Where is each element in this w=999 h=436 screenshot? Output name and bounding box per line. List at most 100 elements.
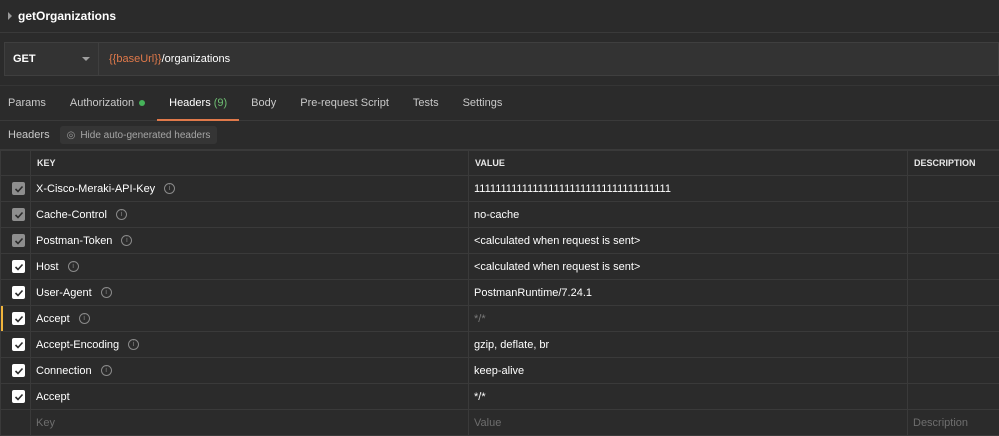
auth-status-dot-icon <box>139 100 146 106</box>
value-cell[interactable]: keep-alive <box>468 357 908 384</box>
key-column-label: KEY <box>37 158 56 168</box>
key-cell[interactable]: User-Agent i <box>30 279 469 306</box>
tab-settings-label: Settings <box>462 97 503 109</box>
header-value: keep-alive <box>474 364 525 377</box>
key-cell[interactable]: Accept i <box>30 305 469 332</box>
row-checkbox-cell <box>0 409 31 436</box>
new-description-cell[interactable]: Description <box>907 409 999 436</box>
value-cell[interactable]: <calculated when request is sent> <box>468 253 908 280</box>
method-label: GET <box>13 53 36 65</box>
key-cell[interactable]: Postman-Token i <box>30 227 469 254</box>
tab-authorization[interactable]: Authorization <box>58 86 157 120</box>
key-column-header: KEY <box>30 150 469 176</box>
table-row: Accept i */* <box>0 305 999 332</box>
checkbox[interactable] <box>12 364 25 377</box>
key-cell[interactable]: X-Cisco-Meraki-API-Key i <box>30 175 469 202</box>
value-cell[interactable]: no-cache <box>468 201 908 228</box>
table-row: Accept-Encoding i gzip, deflate, br <box>0 331 999 358</box>
table-row: Postman-Token i <calculated when request … <box>0 227 999 254</box>
row-checkbox-cell <box>0 201 31 228</box>
value-cell[interactable]: <calculated when request is sent> <box>468 227 908 254</box>
new-key-cell[interactable]: Key <box>30 409 469 436</box>
checkbox-column-header <box>0 150 31 176</box>
value-cell[interactable]: 1111111111111111111111111111111111111 <box>468 175 908 202</box>
description-cell[interactable] <box>907 175 999 202</box>
value-cell[interactable]: PostmanRuntime/7.24.1 <box>468 279 908 306</box>
method-select[interactable]: GET <box>4 42 99 76</box>
header-key: Accept <box>36 312 70 325</box>
hide-auto-generated-headers-button[interactable]: ◎ Hide auto-generated headers <box>59 126 218 144</box>
value-cell[interactable]: gzip, deflate, br <box>468 331 908 358</box>
description-cell[interactable] <box>907 331 999 358</box>
header-key: Postman-Token <box>36 234 113 247</box>
description-cell[interactable] <box>907 227 999 254</box>
description-cell[interactable] <box>907 383 999 410</box>
info-icon[interactable]: i <box>164 183 176 194</box>
request-title-bar: getOrganizations <box>0 0 999 33</box>
description-cell[interactable] <box>907 279 999 306</box>
row-checkbox-cell <box>0 227 31 254</box>
chevron-down-icon <box>82 57 90 61</box>
value-cell[interactable]: */* <box>468 383 908 410</box>
description-cell[interactable] <box>907 253 999 280</box>
checkbox[interactable] <box>12 312 25 325</box>
tab-authorization-label: Authorization <box>69 97 135 109</box>
key-cell[interactable]: Accept <box>30 383 469 410</box>
info-icon[interactable]: i <box>115 209 127 220</box>
checkbox[interactable] <box>12 260 25 273</box>
tab-params[interactable]: Params <box>0 86 58 120</box>
tab-pre-request-script[interactable]: Pre-request Script <box>288 86 401 120</box>
checkbox[interactable] <box>12 390 25 403</box>
info-icon[interactable]: i <box>67 261 79 272</box>
header-value: 1111111111111111111111111111111111111 <box>474 182 671 195</box>
tab-headers-label: Headers <box>169 97 211 109</box>
row-checkbox-cell <box>0 279 31 306</box>
table-header-row: KEY VALUE DESCRIPTION <box>0 150 999 176</box>
checkbox[interactable] <box>12 208 25 221</box>
url-input[interactable]: {{baseUrl}}/organizations <box>99 42 999 76</box>
key-cell[interactable]: Accept-Encoding i <box>30 331 469 358</box>
table-row: Connection i keep-alive <box>0 357 999 384</box>
table-row: Cache-Control i no-cache <box>0 201 999 228</box>
tab-tests[interactable]: Tests <box>401 86 451 120</box>
info-icon[interactable]: i <box>100 287 112 298</box>
tab-settings[interactable]: Settings <box>451 86 515 120</box>
caret-right-icon[interactable] <box>8 12 12 20</box>
header-key: Cache-Control <box>36 208 107 221</box>
checkbox[interactable] <box>12 234 25 247</box>
url-path: /organizations <box>161 53 231 65</box>
description-column-label: DESCRIPTION <box>914 158 976 168</box>
info-icon[interactable]: i <box>121 235 133 246</box>
tab-body[interactable]: Body <box>239 86 288 120</box>
header-key: User-Agent <box>36 286 92 299</box>
header-key: Connection <box>36 364 92 377</box>
key-cell[interactable]: Connection i <box>30 357 469 384</box>
description-cell[interactable] <box>907 201 999 228</box>
info-icon[interactable]: i <box>100 365 112 376</box>
row-checkbox-cell <box>0 383 31 410</box>
row-checkbox-cell <box>0 305 31 332</box>
checkbox[interactable] <box>12 286 25 299</box>
tab-tests-label: Tests <box>412 97 439 109</box>
row-checkbox-cell <box>0 253 31 280</box>
request-name[interactable]: getOrganizations <box>18 9 116 23</box>
description-cell[interactable] <box>907 305 999 332</box>
header-value: */* <box>474 390 486 403</box>
checkbox[interactable] <box>12 338 25 351</box>
description-cell[interactable] <box>907 357 999 384</box>
description-column-header: DESCRIPTION <box>907 150 999 176</box>
value-cell[interactable]: */* <box>468 305 908 332</box>
new-value-cell[interactable]: Value <box>468 409 908 436</box>
checkbox[interactable] <box>12 182 25 195</box>
key-placeholder: Key <box>36 416 55 429</box>
info-icon[interactable]: i <box>128 339 140 350</box>
tab-body-label: Body <box>251 97 277 109</box>
request-tabs: Params Authorization Headers (9) Body Pre… <box>0 86 999 121</box>
value-column-header: VALUE <box>468 150 908 176</box>
key-cell[interactable]: Cache-Control i <box>30 201 469 228</box>
key-cell[interactable]: Host i <box>30 253 469 280</box>
table-row: User-Agent i PostmanRuntime/7.24.1 <box>0 279 999 306</box>
header-key: X-Cisco-Meraki-API-Key <box>36 182 156 195</box>
info-icon[interactable]: i <box>78 313 90 324</box>
tab-headers[interactable]: Headers (9) <box>157 86 240 121</box>
